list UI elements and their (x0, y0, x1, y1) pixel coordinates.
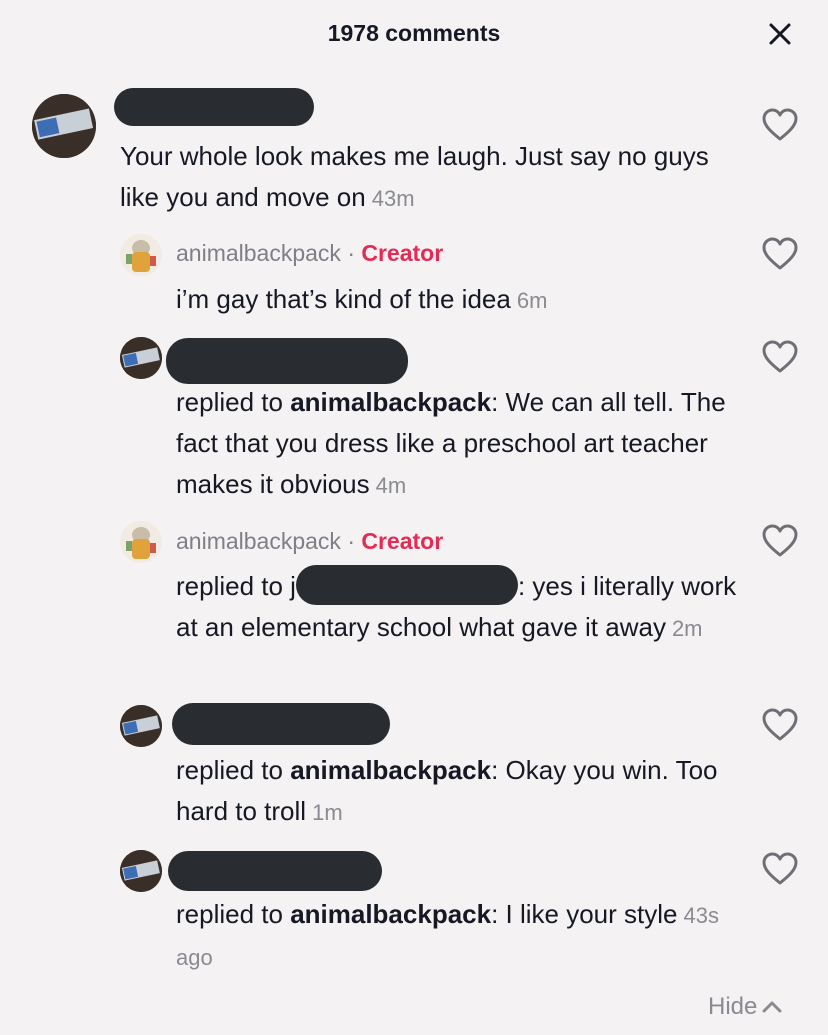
like-button[interactable] (762, 340, 798, 374)
comment-text: Your whole look makes me laugh. Just say… (120, 141, 709, 212)
mention-link[interactable]: animalbackpack (290, 387, 491, 417)
comment-text: replied to animalbackpack: I like your s… (176, 899, 719, 970)
comment-text: replied to j: yes i literally work at an… (176, 565, 751, 649)
close-icon[interactable] (766, 20, 794, 48)
hide-label: Hide (708, 993, 758, 1020)
like-button[interactable] (762, 108, 798, 142)
username[interactable]: animalbackpack (176, 528, 341, 554)
avatar[interactable] (32, 94, 96, 158)
creator-badge: Creator (361, 240, 444, 266)
like-button[interactable] (762, 708, 798, 742)
creator-avatar[interactable] (120, 521, 162, 563)
avatar-image (120, 521, 162, 563)
avatar[interactable] (120, 705, 162, 747)
redacted-username (166, 338, 408, 384)
comment-text: replied to animalbackpack: We can all te… (176, 387, 726, 499)
heart-icon[interactable] (762, 708, 798, 742)
comment-timestamp: 2m (671, 616, 703, 641)
username[interactable]: animalbackpack (176, 240, 341, 266)
mention-link[interactable]: animalbackpack (290, 899, 491, 929)
avatar-image (120, 705, 162, 747)
redacted-username (114, 88, 314, 126)
creator-avatar[interactable] (120, 234, 162, 276)
comment-timestamp: 6m (516, 288, 548, 313)
heart-icon[interactable] (762, 852, 798, 886)
comments-count-title: 1978 comments (327, 20, 501, 46)
comment-timestamp: 43m (371, 186, 415, 211)
comment-text: i’m gay that’s kind of the idea 6m (176, 284, 548, 314)
avatar[interactable] (120, 850, 162, 892)
avatar[interactable] (120, 337, 162, 379)
heart-icon[interactable] (762, 524, 798, 558)
redacted-username (168, 851, 382, 891)
avatar-image (120, 234, 162, 276)
redacted-mention (295, 565, 518, 606)
separator-dot: · (347, 240, 355, 266)
comment-timestamp: 1m (312, 800, 343, 825)
comment-timestamp: 4m (375, 473, 407, 498)
like-button[interactable] (762, 524, 798, 558)
heart-icon[interactable] (762, 108, 798, 142)
close-button[interactable] (766, 20, 794, 48)
hide-replies-button[interactable]: Hide (708, 993, 783, 1021)
avatar-image (120, 850, 162, 892)
chevron-up-icon (762, 1001, 782, 1013)
like-button[interactable] (762, 237, 798, 271)
comments-header: 1978 comments (0, 0, 828, 70)
mention-link[interactable]: animalbackpack (290, 755, 491, 785)
heart-icon[interactable] (762, 340, 798, 374)
comment-author-line: animalbackpack · Creator (176, 240, 443, 267)
redacted-username (172, 703, 390, 745)
creator-badge: Creator (361, 528, 444, 554)
separator-dot: · (347, 528, 355, 554)
avatar-image (120, 337, 162, 379)
comment-text: replied to animalbackpack: Okay you win.… (176, 755, 718, 826)
like-button[interactable] (762, 852, 798, 886)
avatar-image (32, 94, 96, 158)
comment-author-line: animalbackpack · Creator (176, 528, 443, 555)
heart-icon[interactable] (762, 237, 798, 271)
